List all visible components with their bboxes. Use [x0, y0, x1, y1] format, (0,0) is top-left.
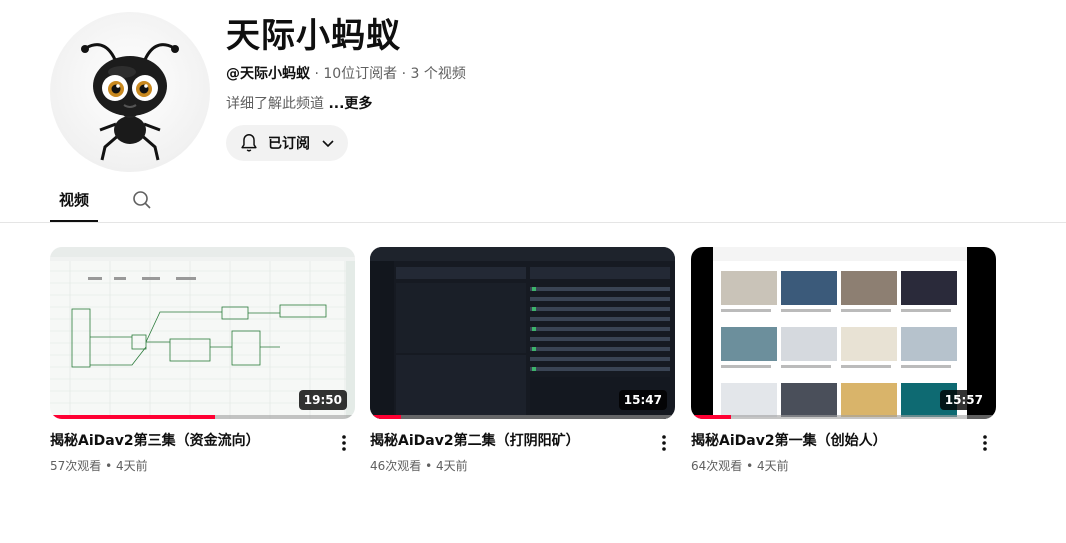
video-title[interactable]: 揭秘AiDav2第一集（创始人） [691, 431, 961, 451]
video-card[interactable]: 15:47 揭秘AiDav2第二集（打阴阳矿） 46次观看 • 4天前 [370, 247, 675, 473]
channel-meta: @天际小蚂蚁 · 10位订阅者 · 3 个视频 [226, 64, 466, 84]
video-card[interactable]: 19:50 揭秘AiDav2第三集（资金流向） 57次观看 • 4天前 [50, 247, 355, 473]
video-title[interactable]: 揭秘AiDav2第二集（打阴阳矿） [370, 431, 640, 451]
channel-tabs: 视频 [0, 178, 1066, 223]
video-stats: 46次观看 • 4天前 [370, 457, 468, 475]
meta-separator: · [310, 66, 324, 82]
meta-separator: · [397, 66, 411, 82]
channel-handle: @天际小蚂蚁 [226, 66, 310, 82]
subscribed-label: 已订阅 [268, 136, 310, 152]
stats-separator: • [421, 459, 436, 473]
subscribed-button[interactable]: 已订阅 [226, 125, 348, 161]
upload-age: 4天前 [116, 459, 148, 473]
video-duration: 15:57 [939, 390, 988, 410]
more-link[interactable]: ...更多 [328, 96, 372, 112]
bell-icon [241, 134, 257, 152]
description-text: 详细了解此频道 [226, 96, 329, 112]
subscriber-count: 10位订阅者 [323, 66, 398, 82]
chevron-down-icon [322, 140, 334, 148]
video-stats: 64次观看 • 4天前 [691, 457, 789, 475]
search-icon[interactable] [130, 188, 154, 212]
channel-avatar[interactable] [50, 12, 210, 172]
more-vert-icon[interactable] [654, 433, 674, 453]
video-count: 3 个视频 [410, 66, 466, 82]
view-count: 57次观看 [50, 459, 102, 473]
watch-progress [691, 415, 731, 419]
video-card[interactable]: 15:57 揭秘AiDav2第一集（创始人） 64次观看 • 4天前 [691, 247, 996, 473]
video-duration: 19:50 [298, 390, 347, 410]
ant-mascot-icon [81, 43, 179, 161]
view-count: 46次观看 [370, 459, 422, 473]
watch-progress [50, 415, 215, 419]
video-thumbnail[interactable]: 15:57 [691, 247, 996, 419]
upload-age: 4天前 [436, 459, 468, 473]
video-title[interactable]: 揭秘AiDav2第三集（资金流向） [50, 431, 320, 451]
more-vert-icon[interactable] [334, 433, 354, 453]
progress-track [691, 415, 996, 419]
video-thumbnail[interactable]: 19:50 [50, 247, 355, 419]
watch-progress [370, 415, 401, 419]
tab-videos[interactable]: 视频 [50, 178, 98, 222]
stats-separator: • [101, 459, 116, 473]
channel-name: 天际小蚂蚁 [226, 16, 401, 56]
video-stats: 57次观看 • 4天前 [50, 457, 148, 475]
video-thumbnail[interactable]: 15:47 [370, 247, 675, 419]
more-vert-icon[interactable] [975, 433, 995, 453]
channel-description[interactable]: 详细了解此频道 ...更多 [226, 94, 372, 114]
progress-track [370, 415, 675, 419]
upload-age: 4天前 [757, 459, 789, 473]
stats-separator: • [742, 459, 757, 473]
view-count: 64次观看 [691, 459, 743, 473]
video-duration: 15:47 [618, 390, 667, 410]
